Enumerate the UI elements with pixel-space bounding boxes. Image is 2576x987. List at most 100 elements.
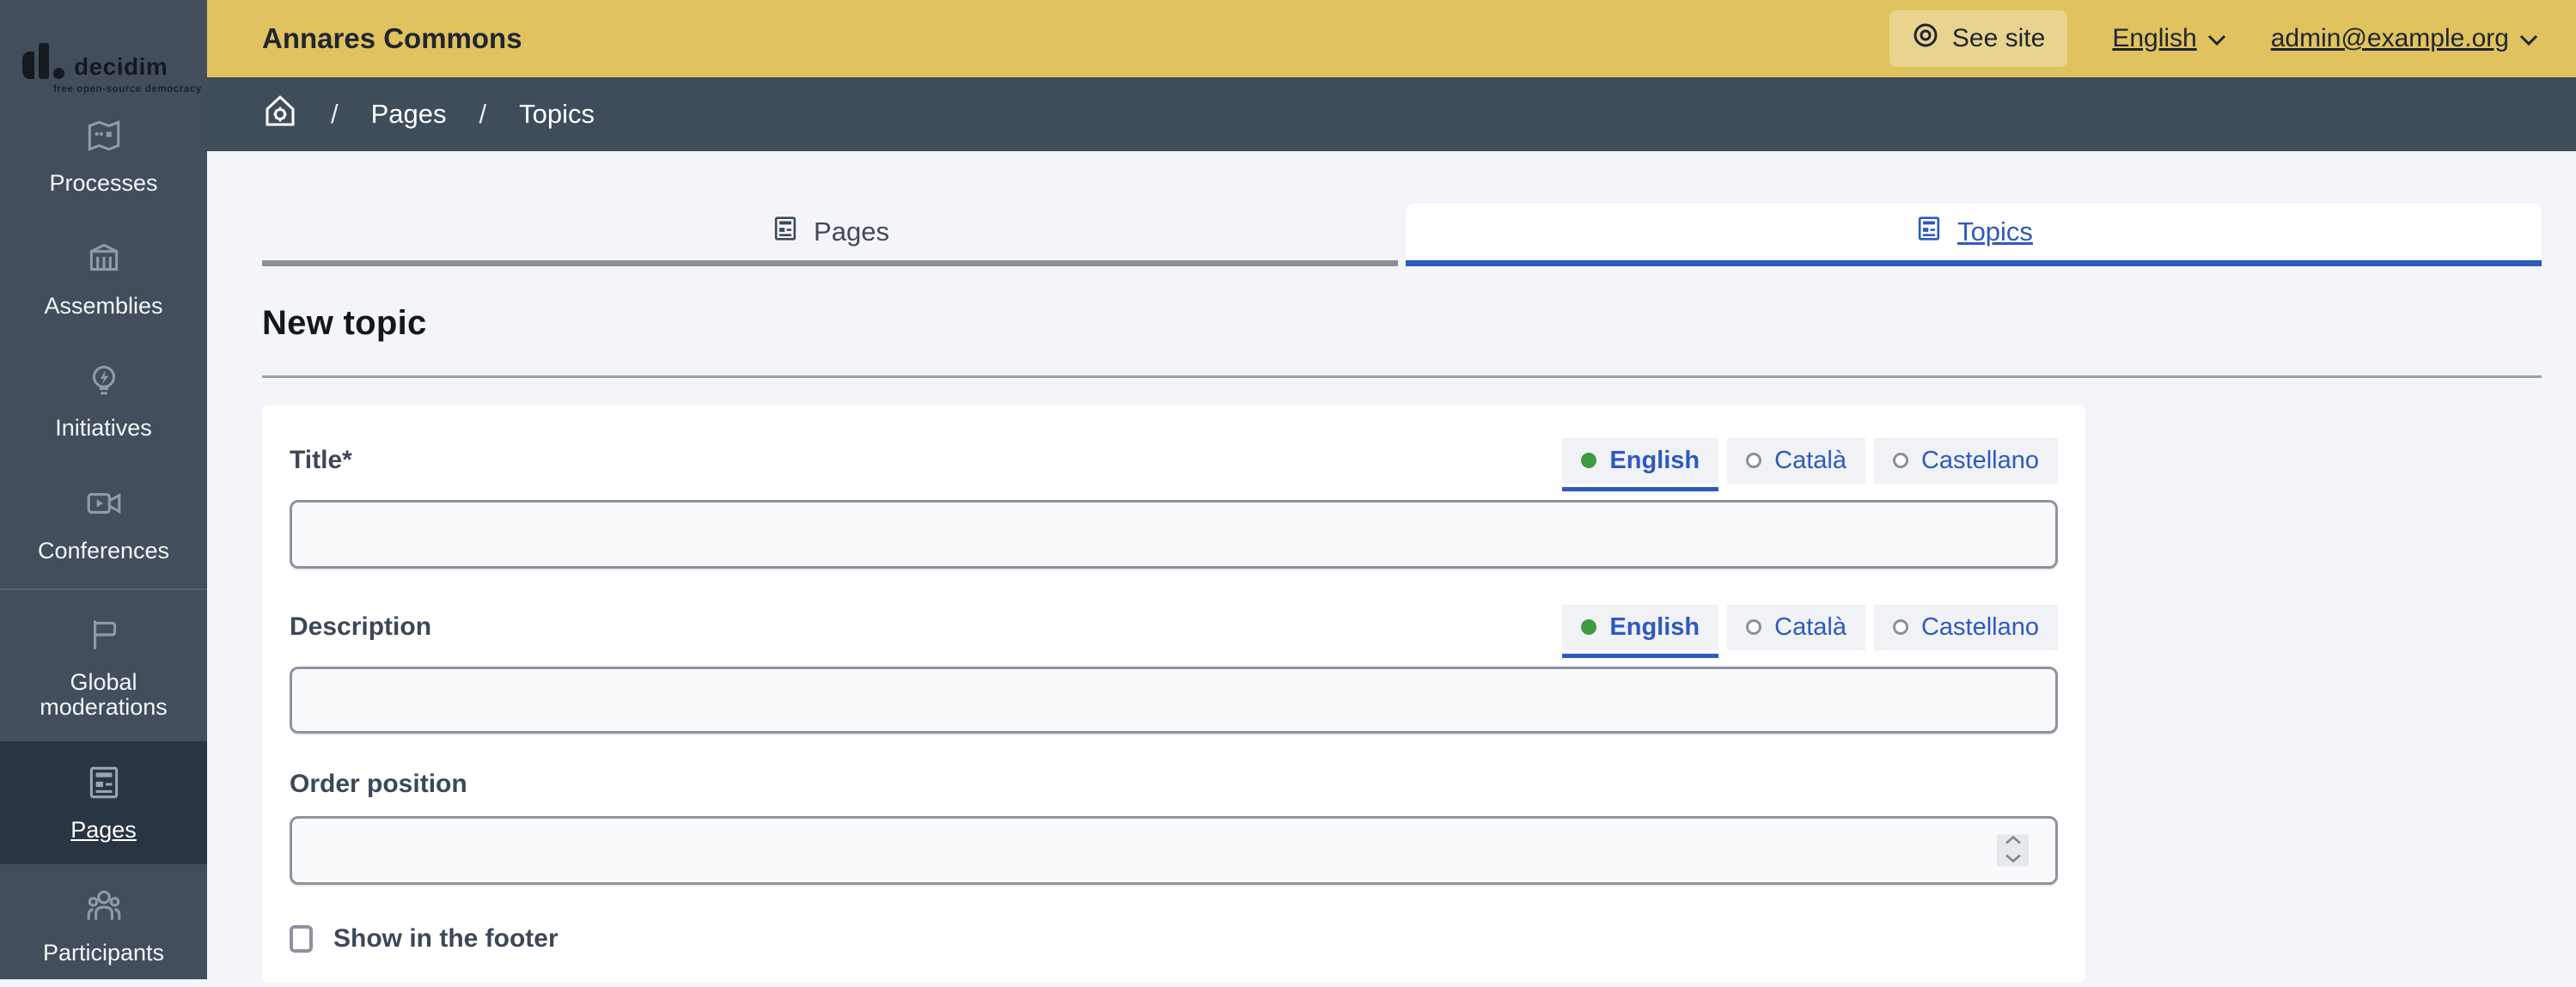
logo-bar-shape: [39, 43, 49, 79]
sidebar-item-initiatives[interactable]: Initiatives: [0, 339, 207, 462]
lightbulb-icon: [84, 361, 124, 405]
sidebar-item-label: Global moderations: [40, 668, 168, 721]
order-position-input-wrap: [290, 816, 2058, 885]
description-label: Description: [290, 612, 432, 641]
logo-wordmark: decidim: [74, 53, 168, 80]
account-menu[interactable]: admin@example.org: [2271, 24, 2538, 53]
order-position-label: Order position: [290, 770, 467, 798]
account-menu-label: admin@example.org: [2270, 24, 2509, 52]
language-menu-label: English: [2112, 24, 2197, 52]
logo-blob-shape: [22, 52, 34, 79]
title-label: Title*: [290, 446, 352, 474]
description-field-group: Description English Català Castellano: [290, 604, 2058, 734]
language-option-label: Català: [1774, 612, 1847, 641]
video-camera-icon: [84, 484, 124, 527]
language-option-label: English: [1609, 446, 1700, 474]
top-header-bar: Annares Commons See site English admin@e…: [207, 0, 2576, 77]
language-option-label: Castellano: [1920, 446, 2039, 474]
language-menu[interactable]: English: [2112, 24, 2225, 53]
sidebar-item-global-moderations[interactable]: Global moderations: [0, 594, 207, 741]
breadcrumb: / Pages / Topics: [207, 77, 2576, 151]
sidebar-item-participants[interactable]: Participants: [0, 864, 207, 987]
sidebar-item-label: Assemblies: [44, 292, 163, 319]
sidebar-item-pages[interactable]: Pages: [0, 741, 207, 864]
logo-dot-shape: [53, 68, 64, 79]
tab-bar: Pages Topics: [262, 204, 2542, 266]
title-field-header: Title* English Català Castellano: [290, 437, 2058, 491]
language-option-castellano[interactable]: Castellano: [1873, 604, 2058, 650]
heading-divider: [262, 375, 2542, 378]
tab-label: Topics: [1957, 216, 2033, 247]
breadcrumb-separator: /: [479, 99, 487, 129]
sidebar-item-assemblies[interactable]: Assemblies: [0, 217, 207, 340]
description-input[interactable]: [290, 667, 2058, 734]
sidebar-item-label: Processes: [49, 170, 158, 196]
title-language-switcher: English Català Castellano: [1562, 437, 2058, 491]
chevron-down-icon: [2005, 852, 2022, 868]
decidim-logo: decidim free open-source democracy: [0, 0, 207, 94]
content-area: Pages Topics New topic Title* English Ca…: [207, 151, 2576, 983]
language-option-catala[interactable]: Català: [1727, 437, 1865, 484]
breadcrumb-item-pages[interactable]: Pages: [371, 99, 447, 130]
decidim-logo-mark: decidim: [22, 43, 207, 79]
breadcrumb-home-link[interactable]: [262, 93, 298, 136]
sidebar-item-label: Participants: [42, 939, 165, 966]
logo-tagline: free open-source democracy: [53, 84, 202, 94]
tab-pages[interactable]: Pages: [262, 204, 1398, 266]
order-field-header: Order position: [290, 770, 2058, 799]
show-in-footer-checkbox[interactable]: [290, 925, 313, 953]
sidebar-item-conferences[interactable]: Conferences: [0, 462, 207, 585]
description-language-switcher: English Català Castellano: [1562, 604, 2058, 658]
target-eye-icon: [1912, 21, 1939, 56]
flag-icon: [84, 615, 124, 659]
sidebar-item-label: Pages: [70, 817, 137, 844]
sidebar-divider: [0, 588, 207, 590]
number-stepper[interactable]: [1997, 834, 2029, 868]
see-site-button[interactable]: See site: [1889, 10, 2068, 67]
page-title: New topic: [262, 304, 427, 342]
language-option-label: Català: [1774, 446, 1847, 474]
pages-article-icon: [84, 763, 124, 807]
article-icon: [771, 214, 800, 250]
app-window: decidim free open-source democracy Proce…: [0, 0, 2576, 983]
main-column: Annares Commons See site English admin@e…: [207, 0, 2576, 983]
radio-selected-icon: [1581, 453, 1597, 468]
radio-selected-icon: [1581, 619, 1597, 635]
chevron-down-icon: [2207, 24, 2226, 53]
article-icon: [1914, 214, 1944, 250]
organization-title: Annares Commons: [262, 22, 522, 54]
language-option-label: Castellano: [1920, 612, 2039, 641]
radio-unselected-icon: [1746, 453, 1762, 468]
chevron-down-icon: [2519, 24, 2538, 53]
language-option-castellano[interactable]: Castellano: [1873, 437, 2058, 484]
chevron-up-icon: [2005, 834, 2022, 850]
breadcrumb-separator: /: [331, 99, 339, 129]
sidebar-item-label: Conferences: [37, 538, 170, 564]
radio-unselected-icon: [1746, 619, 1762, 635]
home-gear-icon: [262, 93, 298, 136]
show-in-footer-label: Show in the footer: [333, 924, 559, 953]
sidebar: decidim free open-source democracy Proce…: [0, 0, 207, 979]
map-icon: [84, 116, 124, 160]
language-option-english[interactable]: English: [1562, 437, 1719, 491]
bank-building-icon: [84, 239, 124, 283]
title-input[interactable]: [290, 500, 2058, 569]
language-option-catala[interactable]: Català: [1727, 604, 1865, 650]
tab-label: Pages: [814, 216, 889, 247]
people-group-icon: [84, 886, 124, 929]
radio-unselected-icon: [1892, 619, 1908, 635]
sidebar-item-processes[interactable]: Processes: [0, 94, 207, 217]
language-option-label: English: [1609, 612, 1700, 641]
breadcrumb-item-topics[interactable]: Topics: [519, 99, 595, 130]
new-topic-form-card: Title* English Català Castellano Descrip…: [262, 405, 2085, 983]
order-position-input[interactable]: [290, 816, 2058, 885]
sidebar-item-label: Initiatives: [55, 415, 152, 442]
radio-unselected-icon: [1892, 453, 1908, 468]
language-option-english[interactable]: English: [1562, 604, 1719, 658]
order-position-field-group: Order position: [290, 770, 2058, 885]
description-field-header: Description English Català Castellano: [290, 604, 2058, 658]
footer-checkbox-row: Show in the footer: [290, 924, 2058, 953]
sidebar-nav: Processes Assemblies Initiatives Confere…: [0, 94, 207, 987]
see-site-label: See site: [1951, 24, 2046, 52]
tab-topics[interactable]: Topics: [1406, 204, 2542, 266]
